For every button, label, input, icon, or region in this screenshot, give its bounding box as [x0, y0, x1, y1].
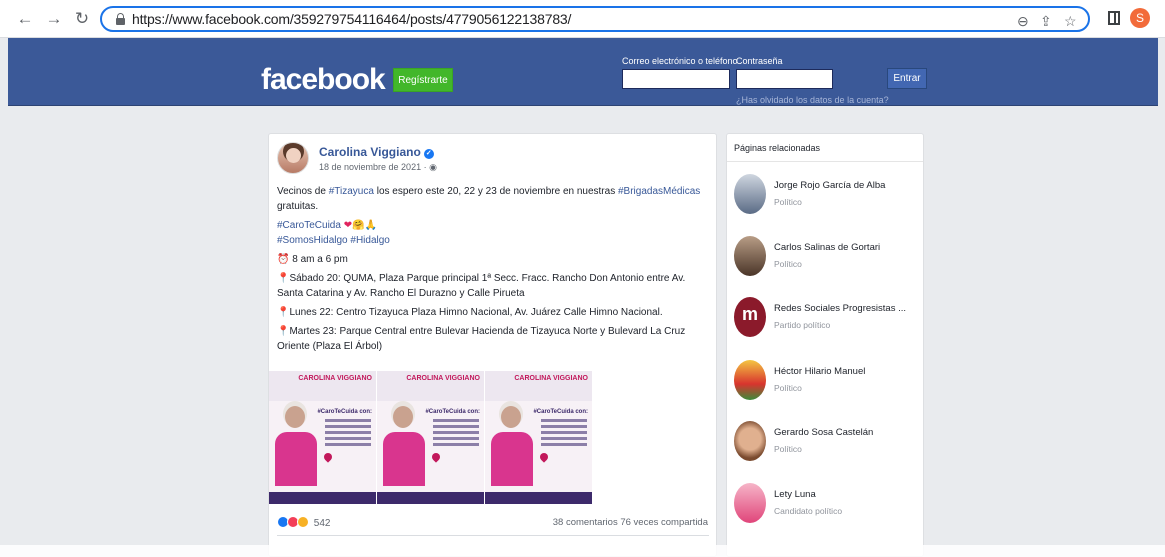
- heart-emoji-icon: ❤🤗🙏: [343, 220, 377, 231]
- password-label: Contraseña: [736, 56, 783, 66]
- page-category: Partido político: [774, 320, 831, 330]
- page-category: Político: [774, 383, 802, 393]
- page-avatar[interactable]: [734, 236, 766, 276]
- sidebar-icon[interactable]: [1108, 11, 1120, 25]
- hashtags: #CaroTeCuida ❤🤗🙏 #SomosHidalgo #Hidalgo: [277, 218, 709, 248]
- related-page-item[interactable]: Gerardo Sosa Castelán Político: [734, 421, 919, 469]
- page-category: Político: [774, 259, 802, 269]
- share-icon[interactable]: ⇪: [1040, 13, 1052, 30]
- verified-icon: ✓: [423, 149, 434, 159]
- hashtag-caro[interactable]: #CaroTeCuida: [277, 220, 341, 231]
- email-field[interactable]: [622, 69, 730, 89]
- author-avatar[interactable]: [277, 142, 309, 174]
- address-bar[interactable]: https://www.facebook.com/359279754116464…: [100, 6, 1090, 32]
- page-category: Político: [774, 444, 802, 454]
- post-card: Carolina Viggiano ✓ 18 de noviembre de 20…: [268, 133, 717, 557]
- post-intro: Vecinos de #Tizayuca los espero este 20,…: [277, 186, 701, 212]
- care-icon: [297, 516, 309, 528]
- bottom-overlay: [0, 545, 1165, 557]
- flyer-image-3[interactable]: CAROLINA VIGGIANO #CaroTeCuida con:: [485, 371, 593, 504]
- post-images: CAROLINA VIGGIANO #CaroTeCuida con: CAROL…: [269, 371, 594, 504]
- register-button[interactable]: Regístrarte: [393, 68, 453, 92]
- divider: [277, 535, 709, 536]
- page-avatar[interactable]: [734, 360, 766, 400]
- hours-line: ⏰ 8 am a 6 pm: [277, 254, 348, 265]
- back-icon[interactable]: ←: [15, 9, 35, 29]
- page-name[interactable]: Jorge Rojo García de Alba: [774, 180, 885, 191]
- related-page-item[interactable]: Lety Luna Candidato político: [734, 483, 919, 531]
- related-page-item[interactable]: Carlos Salinas de Gortari Político: [734, 236, 919, 284]
- flyer-image-2[interactable]: CAROLINA VIGGIANO #CaroTeCuida con:: [377, 371, 485, 504]
- hashtag-brigadas[interactable]: #BrigadasMédicas: [618, 186, 700, 197]
- related-page-item[interactable]: Jorge Rojo García de Alba Político: [734, 174, 919, 222]
- lock-icon[interactable]: [116, 13, 125, 25]
- comments-shares[interactable]: 38 comentarios 76 veces compartida: [553, 517, 708, 528]
- email-label: Correo electrónico o teléfono: [622, 56, 738, 66]
- forward-icon[interactable]: →: [44, 9, 64, 29]
- page-name[interactable]: Redes Sociales Progresistas ...: [774, 303, 906, 314]
- pin-icon: 📍: [277, 273, 290, 284]
- related-page-item[interactable]: m Redes Sociales Progresistas ... Partid…: [734, 297, 919, 345]
- hashtag-somoshidalgo[interactable]: #SomosHidalgo: [277, 235, 348, 246]
- login-button[interactable]: Entrar: [887, 68, 927, 89]
- schedule-item-2: 📍Lunes 22: Centro Tizayuca Plaza Himno N…: [277, 307, 663, 318]
- page-name[interactable]: Gerardo Sosa Castelán: [774, 427, 873, 438]
- post-date[interactable]: 18 de noviembre de 2021 · ◉: [319, 162, 437, 173]
- schedule-item-1: 📍Sábado 20: QUMA, Plaza Parque principal…: [277, 273, 686, 299]
- url-text[interactable]: https://www.facebook.com/359279754116464…: [132, 11, 571, 27]
- related-pages-title: Páginas relacionadas: [734, 143, 821, 153]
- page-name[interactable]: Héctor Hilario Manuel: [774, 366, 865, 377]
- star-icon[interactable]: ☆: [1064, 13, 1077, 30]
- flyer-image-1[interactable]: CAROLINA VIGGIANO #CaroTeCuida con:: [269, 371, 377, 504]
- page-avatar[interactable]: [734, 483, 766, 523]
- post-body: Vecinos de #Tizayuca los espero este 20,…: [277, 184, 709, 358]
- pin-icon: 📍: [277, 326, 290, 337]
- zoom-icon[interactable]: ⊖: [1017, 13, 1029, 30]
- related-page-item[interactable]: Héctor Hilario Manuel Político: [734, 360, 919, 408]
- hashtag-hidalgo[interactable]: #Hidalgo: [350, 235, 389, 246]
- reactions-summary[interactable]: 542: [277, 516, 330, 529]
- hashtag-tizayuca[interactable]: #Tizayuca: [329, 186, 374, 197]
- page-name[interactable]: Lety Luna: [774, 489, 816, 500]
- page-category: Político: [774, 197, 802, 207]
- browser-toolbar: ← → ↻ https://www.facebook.com/359279754…: [0, 0, 1165, 38]
- alarm-clock-icon: ⏰: [277, 254, 290, 265]
- page-name[interactable]: Carlos Salinas de Gortari: [774, 242, 880, 253]
- globe-icon: ◉: [429, 162, 437, 172]
- password-field[interactable]: [736, 69, 833, 89]
- related-pages-panel: Páginas relacionadas Jorge Rojo García d…: [726, 133, 924, 557]
- reload-icon[interactable]: ↻: [72, 9, 92, 29]
- forgot-account-link[interactable]: ¿Has olvidado los datos de la cuenta?: [736, 95, 889, 105]
- page-avatar[interactable]: [734, 174, 766, 214]
- profile-avatar[interactable]: S: [1130, 8, 1150, 28]
- divider: [727, 161, 923, 162]
- facebook-header: facebook Regístrarte Correo electrónico …: [8, 38, 1158, 106]
- page-category: Candidato político: [774, 506, 843, 516]
- page-avatar[interactable]: m: [734, 297, 766, 337]
- pin-icon: 📍: [277, 307, 290, 318]
- reaction-count: 542: [313, 518, 331, 529]
- post-author[interactable]: Carolina Viggiano ✓: [319, 145, 434, 159]
- facebook-logo[interactable]: facebook: [261, 63, 386, 97]
- page-avatar[interactable]: [734, 421, 766, 461]
- schedule-item-3: 📍Martes 23: Parque Central entre Bulevar…: [277, 326, 686, 352]
